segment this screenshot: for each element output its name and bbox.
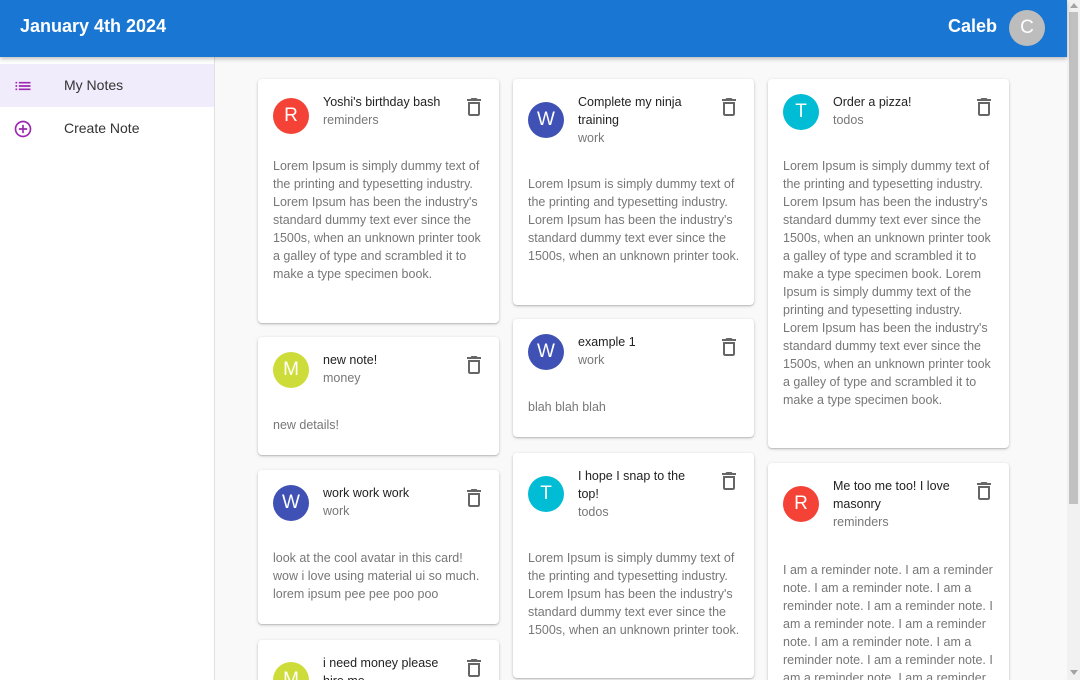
list-icon: [15, 81, 31, 91]
note-avatar: W: [528, 334, 564, 370]
sidebar-item-my-notes[interactable]: My Notes: [0, 64, 214, 107]
delete-icon[interactable]: [722, 338, 736, 356]
sidebar-item-create-note[interactable]: Create Note: [0, 107, 214, 150]
note-category: reminders: [833, 515, 889, 529]
note-category: todos: [578, 505, 609, 519]
note-category: todos: [833, 113, 864, 127]
sidebar: My Notes Create Note: [0, 57, 215, 680]
note-avatar: W: [273, 485, 309, 521]
note-card: W Complete my ninja training work Lorem …: [513, 79, 754, 305]
note-card: M i need money please hire me money: [258, 640, 499, 680]
notes-grid: R Yoshi's birthday bash reminders Lorem …: [215, 57, 1067, 680]
note-avatar: T: [528, 476, 564, 512]
delete-icon[interactable]: [467, 659, 481, 677]
note-card: W example 1 work blah blah blah: [513, 319, 754, 437]
avatar[interactable]: C: [1009, 10, 1045, 46]
note-details: look at the cool avatar in this card! wo…: [273, 551, 480, 601]
note-details: blah blah blah: [528, 400, 606, 414]
page-scrollbar[interactable]: [1067, 0, 1080, 680]
note-avatar: W: [528, 102, 564, 138]
note-title: work work work: [323, 486, 410, 500]
delete-icon[interactable]: [722, 98, 736, 116]
scroll-down-icon[interactable]: [1070, 670, 1078, 675]
page-title: January 4th 2024: [20, 16, 167, 36]
note-details: Lorem Ipsum is simply dummy text of the …: [528, 551, 740, 637]
note-card: T Order a pizza! todos Lorem Ipsum is si…: [768, 79, 1009, 448]
delete-icon[interactable]: [722, 472, 736, 490]
note-title: I hope I snap to the top!: [578, 469, 686, 501]
note-avatar: M: [273, 352, 309, 388]
note-category: work: [578, 353, 605, 367]
note-title: i need money please hire me: [323, 656, 439, 680]
note-title: example 1: [578, 335, 636, 349]
note-avatar: R: [783, 486, 819, 522]
note-category: money: [323, 371, 361, 385]
note-details: Lorem Ipsum is simply dummy text of the …: [783, 159, 991, 407]
note-card: R Me too me too! I love masonry reminder…: [768, 463, 1009, 680]
add-circle-icon: [14, 120, 32, 138]
note-avatar: M: [273, 662, 309, 680]
user-name: Caleb: [948, 16, 998, 36]
delete-icon[interactable]: [977, 98, 991, 116]
note-category: work: [323, 504, 350, 518]
delete-icon[interactable]: [467, 489, 481, 507]
note-title: Me too me too! I love masonry: [833, 479, 950, 511]
scroll-thumb[interactable]: [1069, 12, 1078, 504]
note-avatar: T: [783, 94, 819, 130]
sidebar-item-label: Create Note: [64, 120, 140, 136]
note-card: R Yoshi's birthday bash reminders Lorem …: [258, 79, 499, 323]
note-category: work: [578, 131, 605, 145]
note-details: Lorem Ipsum is simply dummy text of the …: [273, 159, 481, 281]
note-details: Lorem Ipsum is simply dummy text of the …: [528, 177, 740, 263]
note-title: Order a pizza!: [833, 95, 912, 109]
note-card: T I hope I snap to the top! todos Lorem …: [513, 453, 754, 678]
note-card: W work work work work look at the cool a…: [258, 470, 499, 624]
note-details: new details!: [273, 418, 340, 432]
app-bar: January 4th 2024 Caleb C: [0, 0, 1067, 57]
note-category: reminders: [323, 113, 379, 127]
note-title: Yoshi's birthday bash: [323, 95, 441, 109]
delete-icon[interactable]: [467, 356, 481, 374]
note-card: M new note! money new details!: [258, 337, 499, 455]
note-avatar: R: [273, 98, 309, 134]
delete-icon[interactable]: [977, 482, 991, 500]
sidebar-item-label: My Notes: [64, 77, 124, 93]
scroll-up-icon[interactable]: [1070, 3, 1078, 8]
note-title: new note!: [323, 353, 378, 367]
note-title: Complete my ninja training: [578, 95, 682, 127]
delete-icon[interactable]: [467, 98, 481, 116]
note-details: I am a reminder note. I am a reminder no…: [783, 563, 993, 680]
